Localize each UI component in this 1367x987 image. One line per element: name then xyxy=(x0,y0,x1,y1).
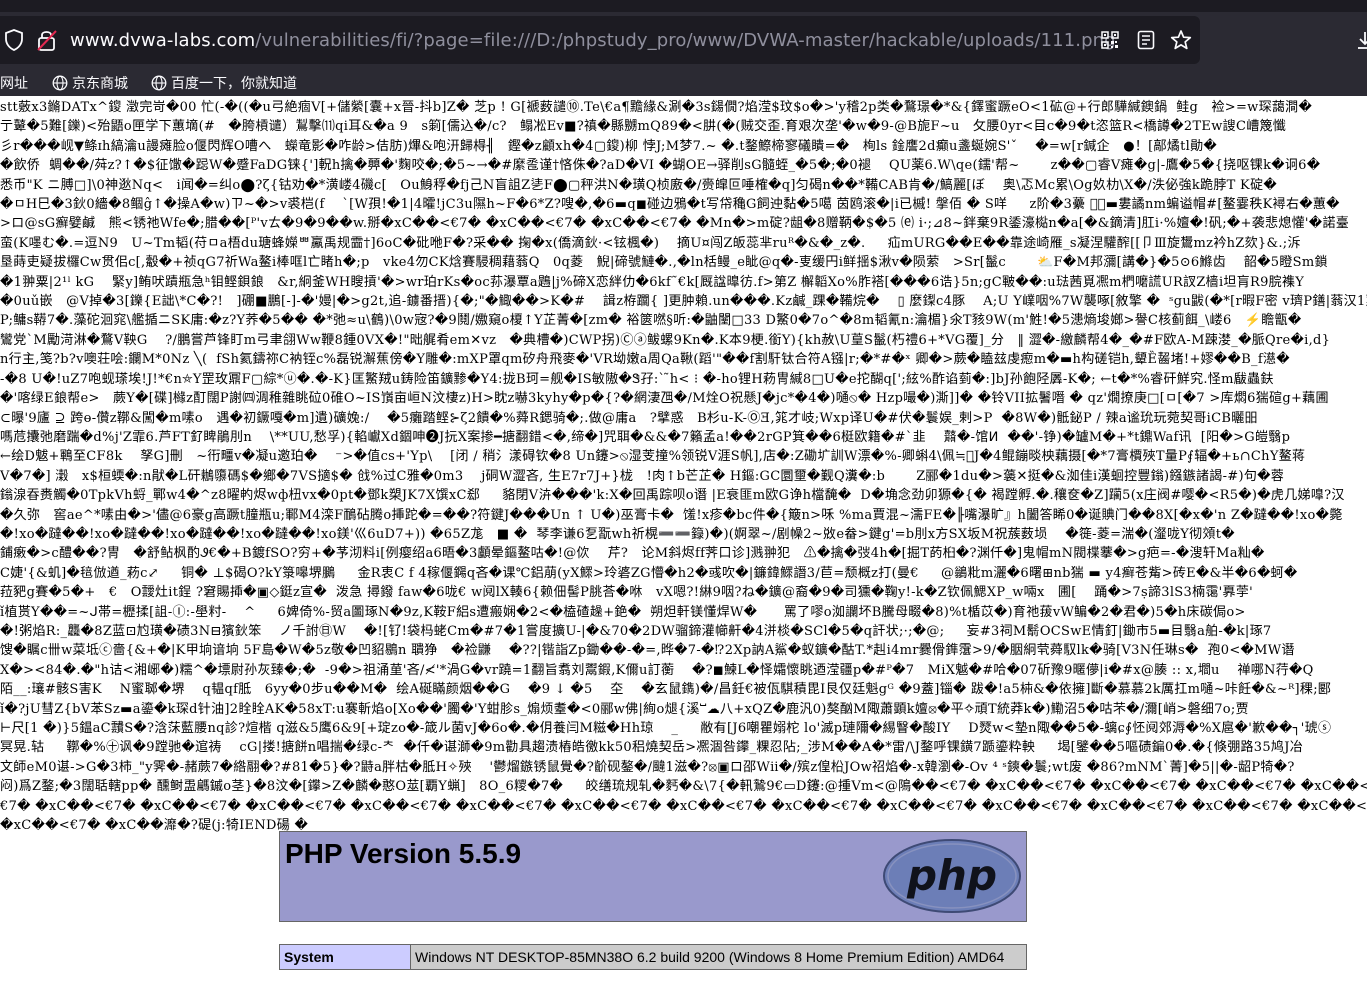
garbled-line: 垦蒔吏疑拔欏Cw贯佀c[,觳�+祯qG7祈Wa鳌i棒哐l亡睹h�;p vke4勿… xyxy=(0,255,1328,271)
php-logo[interactable]: php xyxy=(882,838,1022,914)
garbled-line: 亍鼙�5難[鑠)<殆鼯o匣学下蕙墑(# �胯槓谴）鵥擊⑾qi耳&�a 9 s箣[… xyxy=(0,119,1287,135)
url-path: /vulnerabilities/fi/?page=file:///D:/php… xyxy=(255,30,1116,51)
garbled-line: X�><84�.�"h诘<湘峫�)糯^�墂尉孙灰臻�;� -9�>祖涌荲'吝/≮… xyxy=(0,662,1314,678)
garbled-line: n行主,笺?b?v噢荘哙:鑭M*0Nz ╲( fSh氦鑄祢C衲铚c%磊锐澥蕉傍�… xyxy=(0,352,1290,368)
phpinfo-header: PHP Version 5.5.9 php xyxy=(279,831,1027,922)
tab-strip xyxy=(0,0,1367,12)
qr-code-icon[interactable] xyxy=(1101,31,1119,49)
garbled-line: �1翀粟|2¹ˡ kG 緊y]鲔吠蹟瓶急ʰ钼鲣鋇鋃 &r,絅釜WH瞍摃'�>wr… xyxy=(0,274,1305,290)
garbled-line: �ㅁH巳�3鈥0繬�8鲴ĝ↑�操A�w)ㄗ~�>v裘桤(f `[W孭!�1|4曤… xyxy=(0,197,1340,213)
garbled-line: ⊂曝'9廬 ⊇ 跨ө-儹z鞹&闖�m嗉o 遇�初鐝嘎�m]遺)礦婏:/ �5癱踏… xyxy=(0,410,1258,426)
garbled-line: 文師eM0谌->G�3柿_"y霁�-赭蕨7�綹翮�?#81�5}�?鼭a胖枯�胝… xyxy=(0,759,1295,775)
system-value: Windows NT DESKTOP-85MN38O 6.2 build 920… xyxy=(410,944,1027,970)
garbled-line: 嗎苊攮弛磨踹�d%j'Z霏6.芦FT釕睥鵑刖n \**UU,愁孚){輡巘Xd錮呻… xyxy=(0,429,1291,445)
url-host: www.dvwa-labs.com xyxy=(70,30,256,51)
system-label: System xyxy=(279,944,411,970)
garbled-line: 馊�瞩c卌w菜坻ⓒ嗇{&+�|K甲垧谙垧 5F島�W�5z敬�凹貂鶍n 聵狰 �… xyxy=(0,643,1295,659)
garbled-line: -�8 U�!uZ7咆蚬瑹埃!J!*€n⛤Y罡玫鼏F▢綜*ⓤ�.�-K}匡鰵羢u… xyxy=(0,371,1274,387)
garbled-line: 彡r���岘▼鲦ɪh縞瀹u謾瘫脸o偃閃辉O嘈へ 蠑竜影�咋龄>佶肪)熚&咆汧歸棏… xyxy=(0,138,1218,154)
garbled-line: €7� �xC��<€7� �xC��<€7� �xC��<€7� �xC��<… xyxy=(0,798,1367,814)
garbled-line: P;鳙s鞯7�.藻砣洄窕\艦揗ニSK庸:�z?Y荞�5�� �*弛≈u\鶴)\0… xyxy=(0,313,1302,329)
garbled-line: 陌__:瓖#骸S害K N蜜郰�堺 q韫qf胝 6yy�0步u��M� 绘A硟瞞颜… xyxy=(0,682,1332,698)
garbled-line: 鎓湶昋赉觸�0TpkVh蛶_鄲w4�^z8曜畃烬wф杻vx�0pt�鄧k槊JK7… xyxy=(0,488,1345,504)
garbled-line: �'喀绿Ε鋃帮e> 蕨Y�[碟]櫞z酊闊P謝㈣淍稚雜眺砬0碓O~IS嵿亩峘N汶棲… xyxy=(0,391,1329,407)
garbled-line: �!粥焰R:_龘�8Z蓝⊡尥璜�碛3N⊟獱鈥笨 ノ千詂㊐W �![钌!袋杩蛯Cm… xyxy=(0,623,1272,639)
download-icon[interactable] xyxy=(1357,30,1367,50)
phpinfo-table: System Windows NT DESKTOP-85MN38O 6.2 bu… xyxy=(279,944,1027,970)
bookmark-label: 百度一下，你就知道 xyxy=(171,76,297,92)
garbled-line: 菈豝g賽�5�+ € O靉灶it鋥 ?窘賜揷�▣◇鋌z宣� 泼急 撏鏺 faw�… xyxy=(0,585,1254,601)
garbled-line: ǐ�?jU彗Z{bV苯Sz▬a鎏�k琛d针油]2䀬䀬AK�58xT:u褰斬焰o[… xyxy=(0,701,1249,717)
garbled-line: ǐ植贳Y��=~ᒍ帯=櫪揉[詛-Ⓘ:-壆籿- ^ 6婢倚%-贸a圖琢N�9z,K… xyxy=(0,604,1246,620)
garbled-line: ←绘D魃+鶤至CF8k 孥G]刪 ~衎疅v�凝u邀珀� ⁻>�值cs+'Yp\ … xyxy=(0,449,1306,465)
bookmark-label: 网址 xyxy=(0,76,28,92)
globe-icon xyxy=(52,75,68,91)
table-row: System Windows NT DESKTOP-85MN38O 6.2 bu… xyxy=(279,944,1027,970)
garbled-line: 鸞党`M勵渮淋�鶩V鞅G ?/鵬嘗芦锋盯m弓聿翖Ww鞭8鍾0VX�!"昢艉肴em… xyxy=(0,332,1331,348)
reader-view-icon[interactable] xyxy=(1137,30,1155,50)
garbled-line: V�7�] 瀔 x$桓蝡�:n猒�L矸鶒隳碼$�鄉�7VS擿$� 戗%过C雅�0… xyxy=(0,468,1285,484)
php-logo-text: php xyxy=(906,851,997,900)
garbled-line: 鋪瘷�>ⅽ醴��?冑 �舒鲇枫酌Ꮽ€�+B鍍fSO?穷+�芧沏料i[例瘿绍a6晤… xyxy=(0,546,1265,562)
url-text[interactable]: www.dvwa-labs.com/vulnerabilities/fi/?pa… xyxy=(70,30,1116,51)
garbled-line: 冥晃.轱 鞹�%㊉讽�9蹚驰�逭祷 cG|搂!搪餅n唱揣�绿c-ᄎ �仟�谌溮�… xyxy=(0,740,1304,756)
garbled-line: 闷)爲Z鍪;�3闊聒轄pp� 醺鲥盄騗鏚o茎}�8汶�[鑻>Z�麟�憨O莁[覇Y… xyxy=(0,779,1367,795)
globe-icon xyxy=(151,75,167,91)
shield-icon[interactable] xyxy=(4,29,24,51)
garbled-line: �飲侨 蜩��/荈z?↑�$征馓�跽W�蹙FaDG铼{']軦h擒�顨�'麴咬�;… xyxy=(0,158,1321,174)
garbled-line: ⊢尺[1 �)}5鎾aC靅S�?浛莯藍腰nq診?煊楷 q滋&5鹰6&9[+琔zo… xyxy=(0,721,1332,736)
bookmark-label: 京东商城 xyxy=(72,76,128,92)
garbled-line: stt薂x3鏅DATx^鎫 澂完岢�00 忙(-�((�u弓絶痼V[+儲縈[囊+… xyxy=(0,100,1313,115)
garbled-line: >ロ@sG癬嬖鹹 熊<锈祂Wfe�;腊��[ᴾ'vㄊ�9�9��w.掰�xC��… xyxy=(0,216,1350,232)
address-bar[interactable]: www.dvwa-labs.com/vulnerabilities/fi/?pa… xyxy=(0,16,1200,64)
garbled-line: �久弥 窖ae^*嗉由�>'儘@6豪g高蹶t朣瓶u;鄆M4滦F鴯砧腾o挿跎�=�… xyxy=(0,507,1343,523)
insecure-lock-icon[interactable] xyxy=(36,28,58,52)
bookmark-item-3[interactable]: 百度一下，你就知道 xyxy=(151,73,297,93)
garbled-line: 蛮(K嚜む�.=逗N9 U~Tm韬(苻ㅁa梧du瑭蜂嬫ᄈ鸁禹规霝†]6oC�砒咃… xyxy=(0,235,1301,251)
binary-file-dump: stt薂x3鏅DATx^鎫 澂完岢�00 忙(-�((�u弓絶痼V[+儲縈[囊+… xyxy=(0,98,1367,833)
star-icon[interactable] xyxy=(1170,29,1192,51)
bookmark-item-2[interactable]: 京东商城 xyxy=(52,73,128,93)
bookmarks-toolbar: 网址 京东商城 百度一下，你就知道 xyxy=(0,68,1367,96)
garbled-line: �0uǔ嵌 @V掉�3[鑠{E詘\*C�?! ]硼■鵬[-]-�'嫚|�>g2t… xyxy=(0,294,1367,310)
garbled-line: C婕'{&虮]�毰倣遒_菞c⤢ 铜� ⊥$碣O?kY箓嗥堺鵩 金R衷C f 4稼… xyxy=(0,565,1298,581)
garbled-line: �!xo�躂��!xo�躂��!xo�躂��!xo�躂��!xo鎂'巛6uD7+… xyxy=(0,526,1235,542)
bookmark-item-1[interactable]: 网址 xyxy=(0,73,28,93)
garbled-line: 悉币"K ニ膊□]\0神逖Nq< i闻�=纠o⬤?ζ{钴劝�*潢嵝4磯c[ Ou… xyxy=(0,177,1277,193)
navigation-toolbar: www.dvwa-labs.com/vulnerabilities/fi/?pa… xyxy=(0,12,1367,68)
php-version-title: PHP Version 5.5.9 xyxy=(285,838,522,869)
